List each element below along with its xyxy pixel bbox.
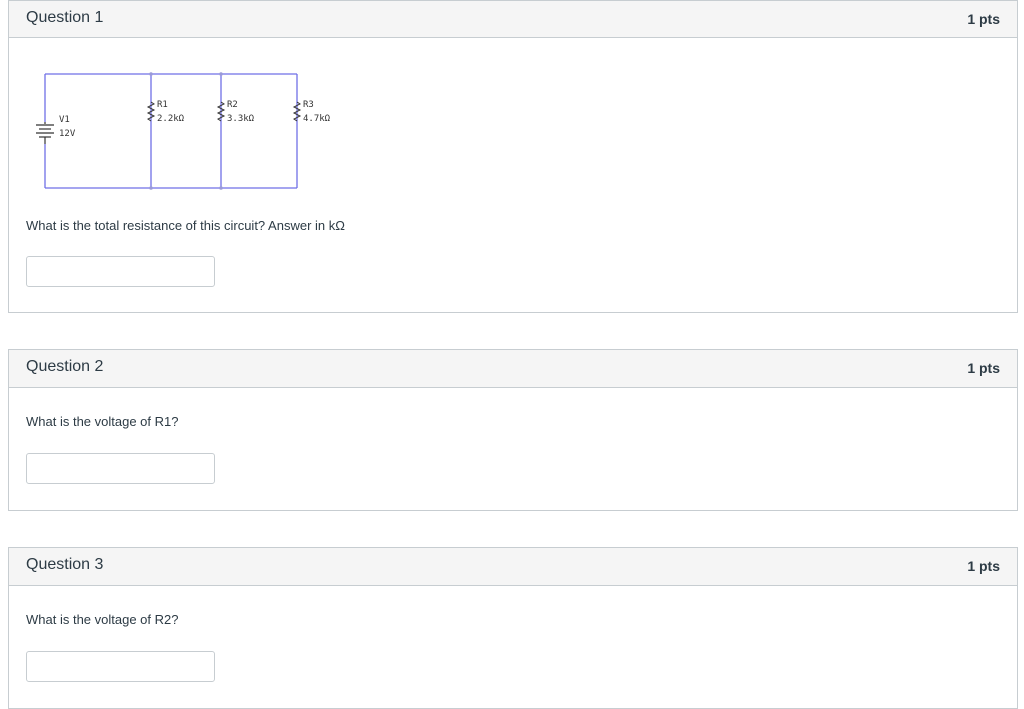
circuit-wires (44, 73, 298, 189)
question-2-text: What is the voltage of R1? (26, 414, 179, 429)
question-2-points: 1 pts (967, 360, 1000, 376)
r3-name: R3 (303, 100, 314, 110)
r2-name: R2 (227, 100, 238, 110)
question-2-title: Question 2 (26, 358, 104, 375)
r2-value: 3.3kΩ (227, 114, 255, 124)
question-1-card: Question 1 1 pts V1 12V R1 2.2kΩ R2 3.3k… (8, 0, 1018, 313)
question-1-header: Question 1 1 pts (9, 1, 1017, 38)
question-2-card: Question 2 1 pts What is the voltage of … (8, 349, 1018, 511)
question-3-title: Question 3 (26, 556, 104, 573)
question-2-header: Question 2 1 pts (9, 350, 1017, 388)
circuit-nodes (149, 72, 223, 190)
question-1-title: Question 1 (26, 9, 104, 26)
question-1-text: What is the total resistance of this cir… (26, 218, 345, 233)
r1-value: 2.2kΩ (157, 114, 185, 124)
circuit-diagram: V1 12V R1 2.2kΩ R2 3.3kΩ R3 4.7kΩ (36, 72, 331, 190)
r1-name: R1 (157, 100, 168, 110)
question-2-answer-input[interactable] (26, 453, 215, 484)
question-1-points: 1 pts (967, 11, 1000, 27)
question-3-header: Question 3 1 pts (9, 548, 1017, 586)
question-3-card: Question 3 1 pts What is the voltage of … (8, 547, 1018, 709)
question-1-answer-input[interactable] (26, 256, 215, 287)
question-3-answer-input[interactable] (26, 651, 215, 682)
question-3-text: What is the voltage of R2? (26, 612, 179, 627)
r3-value: 4.7kΩ (303, 114, 331, 124)
source-value: 12V (59, 129, 76, 139)
question-3-points: 1 pts (967, 558, 1000, 574)
battery-icon (36, 122, 54, 144)
source-name: V1 (59, 115, 70, 125)
